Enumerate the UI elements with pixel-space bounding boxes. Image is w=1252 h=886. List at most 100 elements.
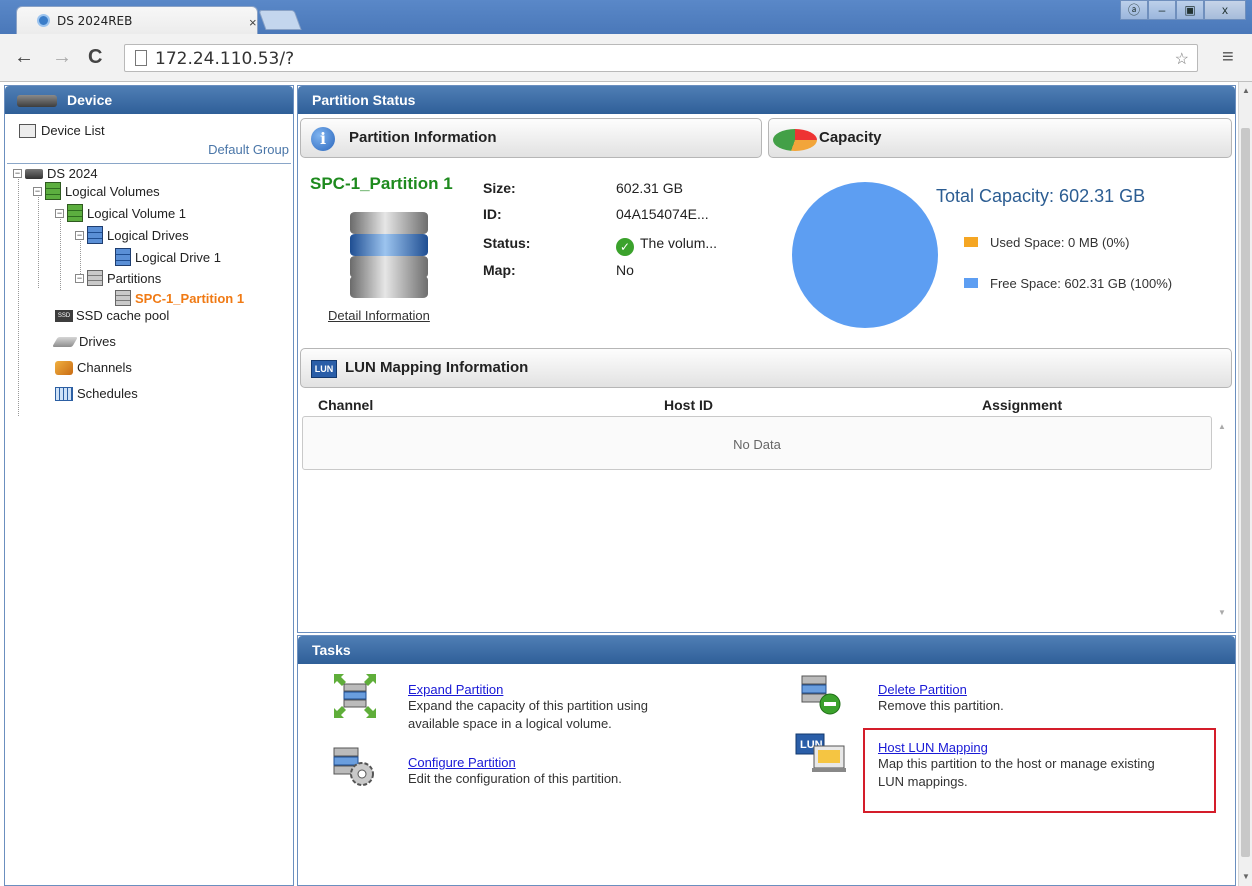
size-value: 602.31 GB [616,180,683,196]
tree-label-selected[interactable]: SPC-1_Partition 1 [135,291,244,306]
legend-free: Free Space: 602.31 GB (100%) [964,276,1172,291]
back-arrow-icon[interactable]: ← [14,46,34,69]
browser-tab[interactable]: DS 2024REB × [16,6,258,34]
scroll-up-arrow-icon[interactable]: ▲ [1218,422,1226,431]
tree-node-ds2024[interactable]: − DS 2024 [13,166,98,181]
free-space-text: Free Space: 602.31 GB (100%) [990,276,1173,291]
tree-node-logical-drive-1[interactable]: Logical Drive 1 [115,248,221,266]
tree-label[interactable]: SSD cache pool [76,308,169,323]
free-swatch [964,278,978,288]
tree-label[interactable]: Drives [79,334,116,349]
check-icon: ✓ [616,238,634,256]
scroll-thumb[interactable] [1241,128,1250,857]
collapse-icon[interactable]: − [55,208,64,218]
expand-partition-icon[interactable] [332,672,378,720]
tree-label[interactable]: Partitions [107,271,161,286]
database-icon [350,212,428,298]
tree-node-logical-volumes[interactable]: − Logical Volumes [33,182,160,200]
collapse-icon[interactable]: − [33,186,42,196]
expand-partition-desc: Expand the capacity of this partition us… [408,698,648,713]
minimize-button[interactable]: – [1148,0,1176,20]
page-scrollbar[interactable]: ▲ ▼ [1238,82,1252,886]
tree-label[interactable]: Logical Volume 1 [87,206,186,221]
capacity-title: Capacity [819,129,882,146]
tree-label[interactable]: DS 2024 [47,166,98,181]
tab-close-icon[interactable]: × [249,15,257,30]
drives-icon [52,336,78,347]
tree-label[interactable]: Logical Volumes [65,184,160,199]
host-lun-mapping-icon[interactable]: LUN [794,732,850,774]
db-layer [350,212,428,234]
lun-mapping-table: No Data [302,416,1212,470]
legend-used: Used Space: 0 MB (0%) [964,235,1129,250]
address-bar[interactable]: 172.24.110.53/? ☆ [124,44,1198,72]
partitions-icon [87,270,103,286]
expand-partition-link[interactable]: Expand Partition [408,682,648,697]
column-channel[interactable]: Channel [318,397,373,413]
browser-menu-icon[interactable]: ≡ [1222,46,1234,69]
page-icon [135,50,147,66]
forward-arrow-icon[interactable]: → [52,46,72,69]
total-capacity: Total Capacity: 602.31 GB [936,186,1146,206]
new-tab-button[interactable] [258,10,302,30]
configure-partition-icon[interactable] [332,744,376,788]
tree-node-schedules[interactable]: Schedules [55,386,138,401]
column-host-id[interactable]: Host ID [664,397,713,413]
tree-label[interactable]: Channels [77,360,132,375]
configure-partition-link[interactable]: Configure Partition [408,755,622,770]
close-window-button[interactable]: x [1204,0,1246,20]
tree-label[interactable]: Schedules [77,386,138,401]
collapse-icon[interactable]: − [75,230,84,240]
detail-information-link[interactable]: Detail Information [328,308,430,323]
pie-chart-icon [773,129,817,151]
configure-partition-desc: Edit the configuration of this partition… [408,771,622,786]
tree-connector [38,188,39,288]
delete-partition-link[interactable]: Delete Partition [878,682,1004,697]
url-text[interactable]: 172.24.110.53/? [155,49,294,69]
tree-label[interactable]: Logical Drives [107,228,189,243]
partition-icon [115,290,131,306]
device-panel-header: Device [5,86,293,114]
tree-node-partition-selected[interactable]: SPC-1_Partition 1 [115,290,244,306]
db-layer [350,276,428,298]
db-layer [350,234,428,256]
device-list-label[interactable]: Device List [41,123,105,138]
tree-node-ssd-cache-pool[interactable]: SSD SSD cache pool [55,308,169,323]
tree-node-channels[interactable]: Channels [55,360,132,375]
status-text: The volum... [640,235,718,251]
reload-icon[interactable]: C [88,46,102,69]
tree-node-drives[interactable]: Drives [52,334,116,349]
default-group-label[interactable]: Default Group [208,142,289,157]
collapse-icon[interactable]: − [75,273,84,283]
status-label: Status: [483,235,531,251]
collapse-icon[interactable]: − [13,169,22,178]
tree-node-logical-drives[interactable]: − Logical Drives [75,226,189,244]
partition-status-panel: Partition Status i Partition Information… [297,85,1236,633]
tab-title: DS 2024REB [57,14,133,28]
device-panel-title: Device [67,92,113,108]
tree-node-partitions[interactable]: − Partitions [75,270,161,286]
expand-partition-desc: available space in a logical volume. [408,716,612,731]
map-value: No [616,262,634,278]
capacity-header: Capacity [768,118,1232,158]
scroll-down-arrow-icon[interactable]: ▼ [1242,872,1250,881]
ssd-icon: SSD [55,309,73,322]
scroll-up-arrow-icon[interactable]: ▲ [1242,86,1250,95]
bookmark-star-icon[interactable]: ☆ [1175,49,1189,69]
size-label: Size: [483,180,516,196]
column-assignment[interactable]: Assignment [982,397,1062,413]
device-icon [17,95,57,107]
logical-volumes-icon [45,182,61,200]
site-favicon-icon [37,14,50,27]
tree-connector [60,210,61,290]
user-profile-button[interactable]: ⓐ [1120,0,1148,20]
device-list-icon [19,124,36,138]
delete-partition-icon[interactable] [798,672,842,718]
tree-node-logical-volume-1[interactable]: − Logical Volume 1 [55,204,186,222]
tree-label[interactable]: Logical Drive 1 [135,250,221,265]
status-value: ✓ The volum... [616,235,717,256]
device-list[interactable]: Device List Default Group [7,114,291,164]
scroll-down-arrow-icon[interactable]: ▼ [1218,608,1226,617]
lun-mapping-title: LUN Mapping Information [345,359,529,376]
maximize-button[interactable]: ▣ [1176,0,1204,20]
